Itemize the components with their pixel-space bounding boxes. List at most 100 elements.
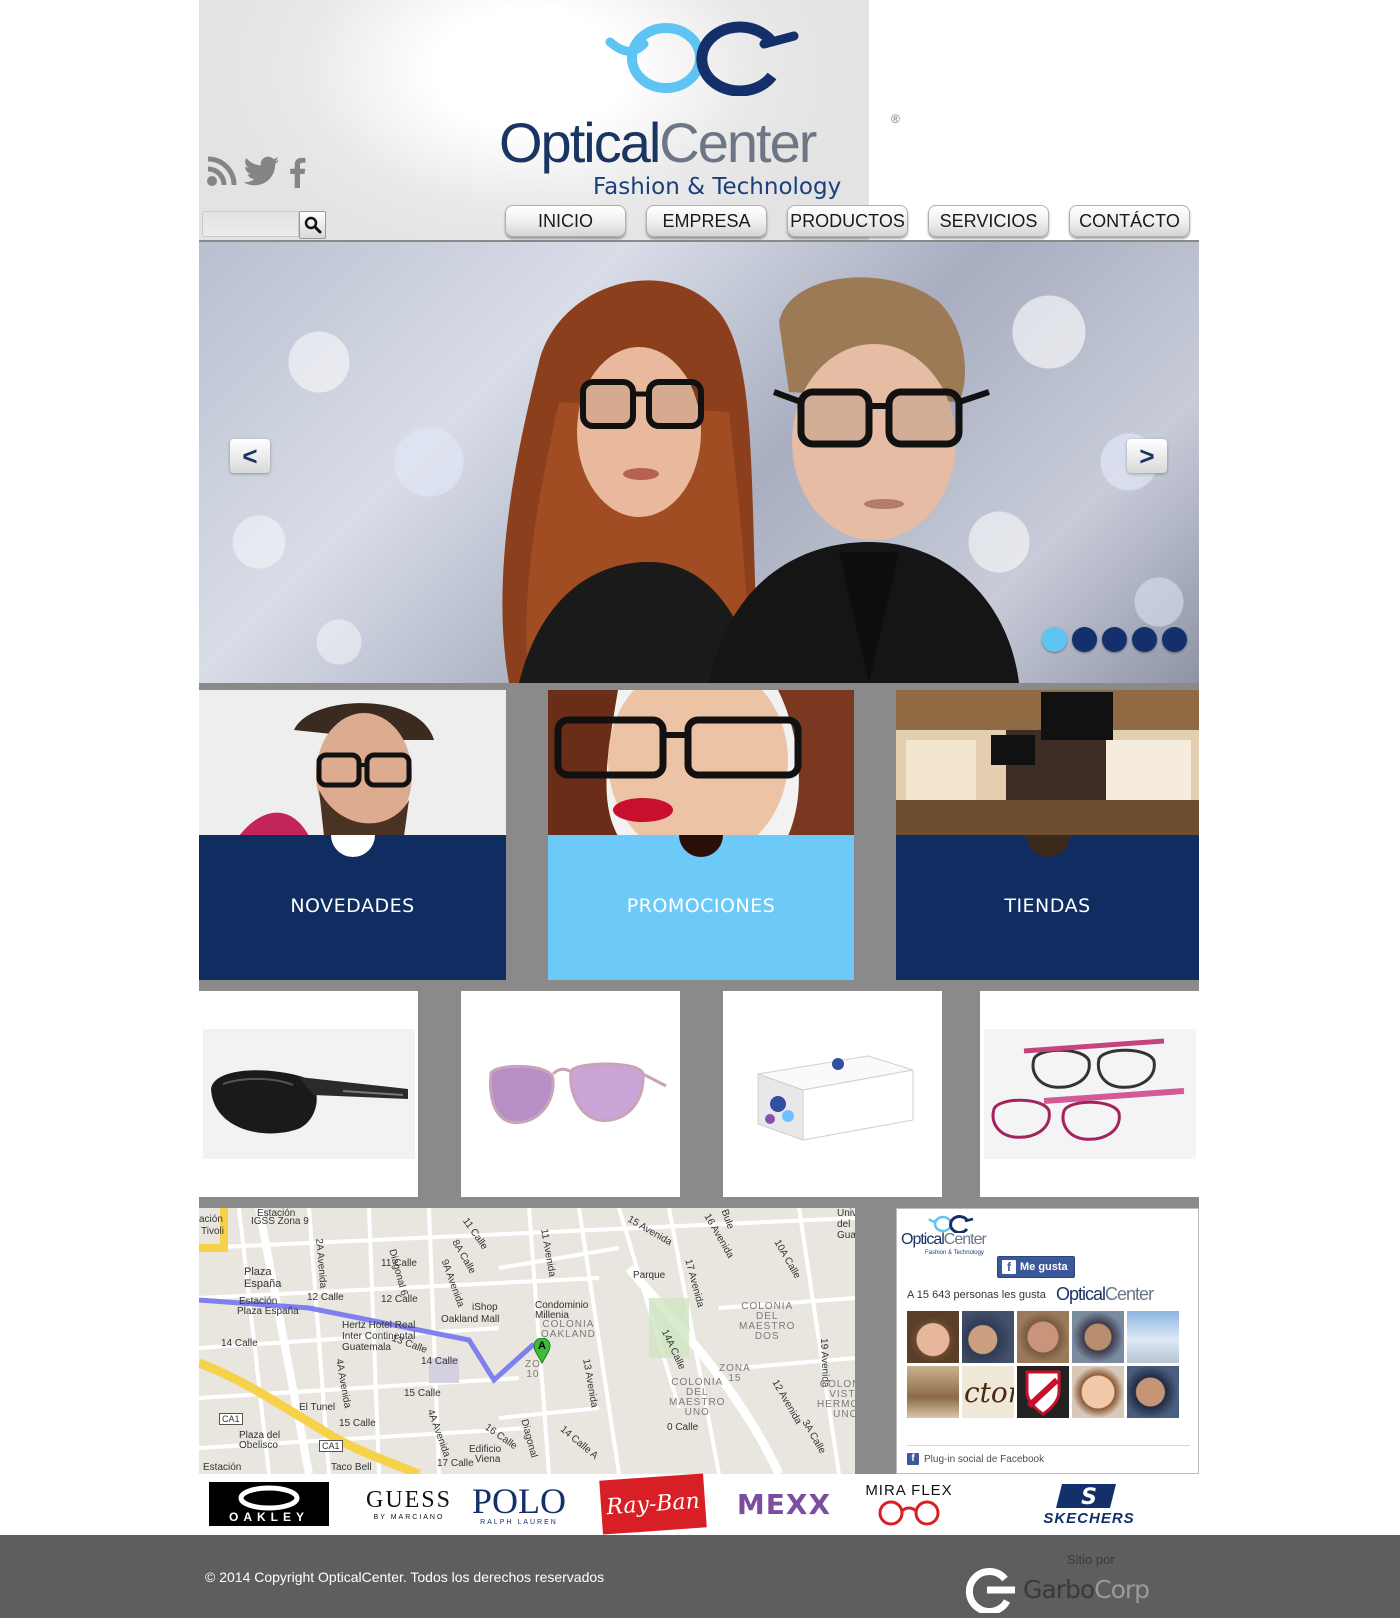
fb-like-label: Me gusta — [1020, 1261, 1068, 1273]
map-label: iShop — [472, 1302, 498, 1313]
brand-name: OpticalCenter — [499, 110, 817, 175]
fb-count-brand-light: Center — [1105, 1284, 1154, 1304]
product-sunglasses-black[interactable] — [199, 991, 418, 1197]
map-label: Gua — [837, 1230, 855, 1241]
facebook-icon[interactable] — [285, 156, 309, 193]
slider-dot[interactable] — [1162, 627, 1187, 652]
slider-dots — [1042, 627, 1187, 652]
map-label: Tivoli — [201, 1226, 224, 1237]
footer: © 2014 Copyright OpticalCenter. Todos lo… — [0, 1535, 1400, 1618]
map-label: Guatemala — [342, 1342, 391, 1353]
map-marker-letter: A — [538, 1340, 546, 1352]
slider-dot[interactable] — [1072, 627, 1097, 652]
fb-fan-avatar[interactable] — [1072, 1366, 1124, 1418]
fb-plugin-note[interactable]: f Plug-in social de Facebook — [907, 1453, 1044, 1465]
map-label: Hertz Hotel Real — [342, 1320, 416, 1331]
fb-brand-dark: Optical — [901, 1231, 945, 1248]
skechers-text: SKECHERS — [1043, 1509, 1135, 1527]
header: OpticalCenter ® Fashion & Technology INI… — [199, 0, 1199, 240]
fb-fan-avatar[interactable] — [907, 1366, 959, 1418]
slider-prev-button[interactable]: < — [230, 439, 270, 473]
fb-fan-avatar[interactable] — [1017, 1366, 1069, 1418]
garbocorp-logo[interactable]: GarboCorp — [963, 1567, 1150, 1613]
page: OpticalCenter ® Fashion & Technology INI… — [0, 0, 1400, 1618]
fb-separator — [907, 1445, 1190, 1446]
nav-servicios[interactable]: SERVICIOS — [928, 205, 1049, 237]
store-location-map[interactable]: Estación IGSS Zona 9 ación Tivoli Plaza … — [199, 1208, 855, 1474]
slider-next-button[interactable]: > — [1127, 439, 1167, 473]
map-label: Viena — [475, 1454, 501, 1465]
map-label: Univ — [837, 1208, 855, 1219]
fb-like-button[interactable]: f Me gusta — [997, 1256, 1075, 1278]
brand-rayban[interactable]: Ray-Ban — [599, 1473, 707, 1535]
nav-productos[interactable]: PRODUCTOS — [787, 205, 908, 237]
garbocorp-name-dark: Garbo — [1023, 1575, 1095, 1604]
fb-fan-avatar[interactable] — [1017, 1311, 1069, 1363]
fb-brand-light: Center — [943, 1231, 987, 1248]
guess-text: GUESS — [365, 1487, 453, 1513]
rss-icon[interactable] — [205, 154, 239, 193]
map-label: Parque — [633, 1270, 666, 1281]
product-contact-lenses[interactable] — [723, 991, 942, 1197]
fb-fan-avatar[interactable] — [962, 1311, 1014, 1363]
fb-count-brand: OpticalCenter — [1056, 1284, 1154, 1305]
product-aviator-purple[interactable] — [461, 991, 680, 1197]
product-frames-pink[interactable] — [980, 991, 1199, 1197]
tiendas-photo — [896, 690, 1199, 836]
brand-polo[interactable]: POLO RALPH LAUREN — [469, 1480, 569, 1528]
site-logo[interactable]: OpticalCenter ® Fashion & Technology — [499, 14, 919, 204]
brand-guess[interactable]: GUESS BY MARCIANO — [349, 1480, 469, 1528]
novedades-label: NOVEDADES — [290, 895, 415, 917]
map-label: 14 Calle — [221, 1338, 258, 1349]
fb-brand-name: OpticalCenter — [901, 1231, 987, 1249]
facebook-f-icon: f — [1002, 1260, 1016, 1274]
brand-tagline: Fashion & Technology — [593, 174, 842, 200]
brand-skechers[interactable]: S SKECHERS — [1019, 1480, 1159, 1528]
fb-fan-avatar[interactable]: ctor — [962, 1366, 1014, 1418]
fb-like-count: A 15 643 personas les gusta — [907, 1289, 1046, 1301]
brand-miraflex[interactable]: MIRA FLEX — [859, 1480, 959, 1528]
brand-strip: OAKLEY GUESS BY MARCIANO POLO RALPH LAUR… — [199, 1473, 1199, 1535]
fb-fan-avatar[interactable] — [1127, 1366, 1179, 1418]
promo-promociones[interactable]: PROMOCIONES — [548, 690, 854, 980]
nav-empresa[interactable]: EMPRESA — [646, 205, 767, 237]
promo-tiendas[interactable]: TIENDAS — [896, 690, 1199, 980]
map-area-label: COLONIA VISTA HERMOSA UNO — [817, 1379, 855, 1420]
promo-novedades[interactable]: NOVEDADES — [199, 690, 506, 980]
facebook-small-icon: f — [907, 1453, 919, 1465]
search-box — [202, 211, 326, 239]
slider-dot[interactable] — [1042, 627, 1067, 652]
promociones-label: PROMOCIONES — [626, 895, 776, 917]
contact-lenses-box-image — [757, 1055, 913, 1141]
fb-brand-tagline: Fashion & Technology — [925, 1250, 984, 1256]
slider-dot[interactable] — [1102, 627, 1127, 652]
made-by-text: Sitio por — [1067, 1552, 1115, 1567]
fb-fan-avatar[interactable] — [1127, 1311, 1179, 1363]
oakley-text: OAKLEY — [228, 1510, 309, 1524]
map-label: 0 Calle — [667, 1422, 699, 1433]
rayban-text: Ray-Ban — [599, 1473, 707, 1535]
fb-fan-avatar[interactable] — [907, 1311, 959, 1363]
sunglasses-black-image — [202, 1029, 415, 1159]
brand-mexx[interactable]: MEXX — [729, 1480, 839, 1528]
search-button[interactable] — [299, 211, 326, 239]
search-icon — [304, 216, 321, 234]
search-input[interactable] — [202, 211, 299, 237]
polo-sub-text: RALPH LAUREN — [480, 1518, 558, 1526]
map-label: Obelisco — [239, 1440, 278, 1451]
nav-inicio[interactable]: INICIO — [505, 205, 626, 237]
optical-center-mini-logo-icon — [928, 1215, 974, 1233]
map-label: Estación — [203, 1462, 242, 1473]
nav-contacto[interactable]: CONTÁCTO — [1069, 205, 1190, 237]
fb-fan-avatar[interactable] — [1072, 1311, 1124, 1363]
brand-oakley-logo: OAKLEY — [209, 1482, 329, 1526]
fb-plugin-text: Plug-in social de Facebook — [924, 1453, 1045, 1465]
brand-oakley[interactable]: OAKLEY — [209, 1480, 329, 1528]
map-marker-icon[interactable]: A — [533, 1337, 551, 1365]
map-label: Taco Bell — [331, 1462, 372, 1473]
skechers-s-icon: S — [1056, 1483, 1116, 1510]
map-highway-badge: CA1 — [319, 1440, 343, 1452]
garbocorp-name: GarboCorp — [1023, 1575, 1150, 1604]
twitter-icon[interactable] — [243, 156, 281, 193]
slider-dot[interactable] — [1132, 627, 1157, 652]
